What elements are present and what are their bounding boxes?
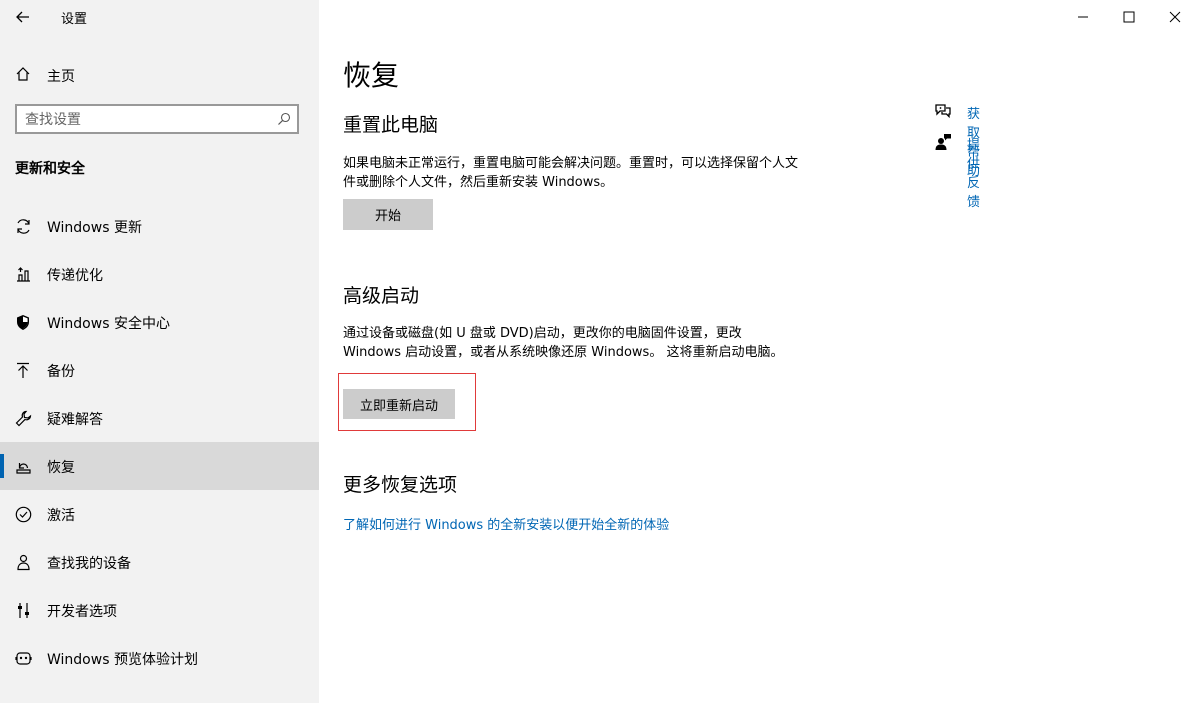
close-icon bbox=[1169, 11, 1181, 23]
sidebar-item-security-center[interactable]: Windows 安全中心 bbox=[0, 298, 319, 346]
shield-icon bbox=[14, 313, 32, 331]
clean-install-link[interactable]: 了解如何进行 Windows 的全新安装以便开始全新的体验 bbox=[343, 514, 669, 533]
sidebar-item-troubleshoot[interactable]: 疑难解答 bbox=[0, 394, 319, 442]
sync-icon bbox=[14, 217, 32, 235]
restart-now-button[interactable]: 立即重新启动 bbox=[343, 389, 455, 419]
sidebar-item-backup[interactable]: 备份 bbox=[0, 346, 319, 394]
app-title: 设置 bbox=[61, 12, 88, 27]
sidebar-item-label: 疑难解答 bbox=[47, 412, 103, 428]
sidebar-item-label: 激活 bbox=[47, 508, 75, 524]
check-circle-icon bbox=[14, 505, 32, 523]
advanced-startup-heading: 高级启动 bbox=[343, 285, 420, 307]
sidebar-item-delivery-optimization[interactable]: 传递优化 bbox=[0, 250, 319, 298]
sidebar-item-label: 恢复 bbox=[47, 460, 75, 476]
reset-description: 如果电脑未正常运行，重置电脑可能会解决问题。重置时，可以选择保留个人文件或删除个… bbox=[343, 156, 799, 190]
developer-sliders-icon bbox=[14, 601, 32, 619]
sidebar-item-home[interactable]: 主页 bbox=[0, 58, 319, 90]
sidebar-item-label: Windows 预览体验计划 bbox=[47, 652, 198, 668]
sidebar-item-label: Windows 安全中心 bbox=[47, 316, 170, 332]
sidebar: 设置 主页 更新和安全 Windows 更新 bbox=[0, 0, 319, 703]
wrench-icon bbox=[14, 409, 32, 427]
back-button[interactable] bbox=[10, 4, 36, 30]
sidebar-item-label: 备份 bbox=[47, 364, 75, 380]
maximize-icon bbox=[1123, 11, 1135, 23]
sidebar-item-label: 查找我的设备 bbox=[47, 556, 131, 572]
sidebar-item-label: 主页 bbox=[47, 69, 75, 85]
sidebar-item-activation[interactable]: 激活 bbox=[0, 490, 319, 538]
sidebar-item-recovery[interactable]: 恢复 bbox=[0, 442, 319, 490]
maximize-button[interactable] bbox=[1106, 0, 1152, 34]
home-icon bbox=[14, 65, 32, 83]
minimize-icon bbox=[1078, 16, 1088, 18]
delivery-optimization-icon bbox=[14, 265, 32, 283]
search-input[interactable] bbox=[25, 111, 265, 129]
advanced-startup-description: 通过设备或磁盘(如 U 盘或 DVD)启动，更改你的电脑固件设置，更改 Wind… bbox=[343, 326, 784, 360]
sidebar-item-windows-update[interactable]: Windows 更新 bbox=[0, 202, 319, 250]
sidebar-item-find-my-device[interactable]: 查找我的设备 bbox=[0, 538, 319, 586]
sidebar-item-label: Windows 更新 bbox=[47, 220, 142, 236]
section-heading: 更新和安全 bbox=[15, 161, 85, 177]
selection-indicator bbox=[0, 454, 4, 478]
reset-start-button[interactable]: 开始 bbox=[343, 199, 433, 230]
feedback-link[interactable]: 提供反馈 bbox=[967, 134, 980, 210]
page-title: 恢复 bbox=[343, 59, 400, 92]
minimize-button[interactable] bbox=[1060, 0, 1106, 34]
back-arrow-icon bbox=[16, 11, 29, 23]
upload-arrow-icon bbox=[14, 361, 32, 379]
reset-heading: 重置此电脑 bbox=[343, 114, 439, 136]
feedback-icon bbox=[935, 134, 951, 150]
person-pin-icon bbox=[14, 553, 32, 571]
close-button[interactable] bbox=[1152, 0, 1190, 34]
search-icon bbox=[278, 112, 291, 125]
sidebar-item-label: 开发者选项 bbox=[47, 604, 117, 620]
insider-icon bbox=[14, 649, 32, 667]
sidebar-item-label: 传递优化 bbox=[47, 268, 103, 284]
search-box[interactable] bbox=[15, 104, 299, 134]
titlebar-left: 设置 bbox=[0, 0, 319, 34]
sidebar-item-insider-program[interactable]: Windows 预览体验计划 bbox=[0, 634, 319, 682]
recovery-icon bbox=[14, 457, 32, 475]
chat-help-icon bbox=[935, 104, 951, 119]
more-options-heading: 更多恢复选项 bbox=[343, 474, 458, 496]
sidebar-item-developer-options[interactable]: 开发者选项 bbox=[0, 586, 319, 634]
